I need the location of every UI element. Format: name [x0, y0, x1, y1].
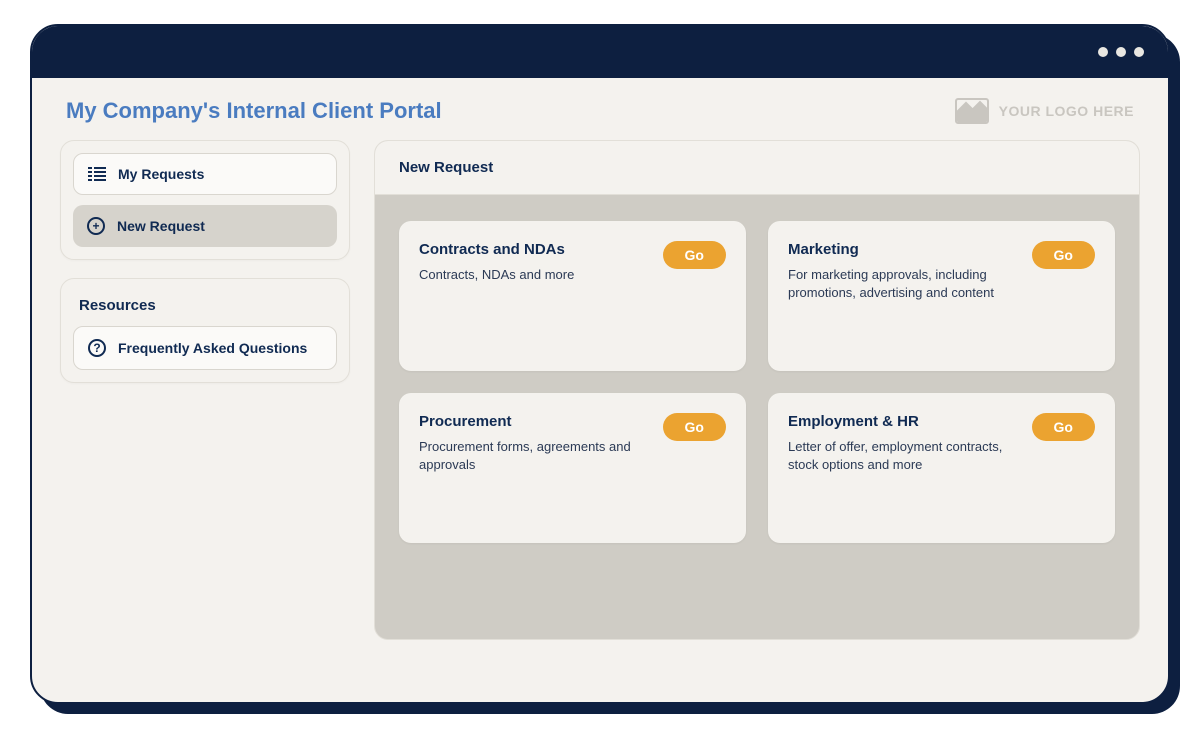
sidebar-item-new-request[interactable]: + New Request	[73, 205, 337, 247]
sidebar-item-my-requests[interactable]: My Requests	[73, 153, 337, 195]
question-circle-icon: ?	[88, 339, 106, 357]
sidebar: My Requests + New Request Resources ? Fr…	[60, 140, 350, 678]
main-area: New Request Contracts and NDAs Contracts…	[374, 140, 1140, 678]
go-button[interactable]: Go	[1032, 241, 1095, 269]
card-title: Procurement	[419, 413, 649, 430]
card-description: Contracts, NDAs and more	[419, 266, 649, 284]
window-controls[interactable]	[1098, 47, 1144, 57]
new-request-panel: New Request Contracts and NDAs Contracts…	[374, 140, 1140, 640]
app-window: My Company's Internal Client Portal YOUR…	[30, 24, 1170, 704]
card-title: Marketing	[788, 241, 1018, 258]
plus-circle-icon: +	[87, 217, 105, 235]
logo-placeholder: YOUR LOGO HERE	[955, 98, 1134, 124]
go-button[interactable]: Go	[663, 241, 726, 269]
window-titlebar	[32, 26, 1168, 78]
request-card-marketing: Marketing For marketing approvals, inclu…	[768, 221, 1115, 371]
resource-item-faq[interactable]: ? Frequently Asked Questions	[73, 326, 337, 370]
portal-title: My Company's Internal Client Portal	[66, 98, 442, 124]
content-area: My Requests + New Request Resources ? Fr…	[32, 134, 1168, 702]
list-icon	[88, 167, 106, 181]
page-header: My Company's Internal Client Portal YOUR…	[32, 78, 1168, 134]
panel-heading: New Request	[375, 141, 1139, 195]
request-type-grid: Contracts and NDAs Contracts, NDAs and m…	[375, 195, 1139, 639]
sidebar-item-label: New Request	[117, 218, 205, 234]
request-card-procurement: Procurement Procurement forms, agreement…	[399, 393, 746, 543]
resource-item-label: Frequently Asked Questions	[118, 340, 307, 356]
card-title: Employment & HR	[788, 413, 1018, 430]
card-description: For marketing approvals, including promo…	[788, 266, 1018, 301]
window-dot[interactable]	[1098, 47, 1108, 57]
window-dot[interactable]	[1134, 47, 1144, 57]
window-dot[interactable]	[1116, 47, 1126, 57]
go-button[interactable]: Go	[663, 413, 726, 441]
card-description: Procurement forms, agreements and approv…	[419, 438, 649, 473]
card-description: Letter of offer, employment contracts, s…	[788, 438, 1018, 473]
resources-heading: Resources	[73, 291, 337, 326]
sidebar-resources-panel: Resources ? Frequently Asked Questions	[60, 278, 350, 383]
logo-placeholder-text: YOUR LOGO HERE	[999, 103, 1134, 119]
request-card-employment-hr: Employment & HR Letter of offer, employm…	[768, 393, 1115, 543]
sidebar-item-label: My Requests	[118, 166, 204, 182]
go-button[interactable]: Go	[1032, 413, 1095, 441]
request-card-contracts: Contracts and NDAs Contracts, NDAs and m…	[399, 221, 746, 371]
sidebar-nav-panel: My Requests + New Request	[60, 140, 350, 260]
image-placeholder-icon	[955, 98, 989, 124]
card-title: Contracts and NDAs	[419, 241, 649, 258]
